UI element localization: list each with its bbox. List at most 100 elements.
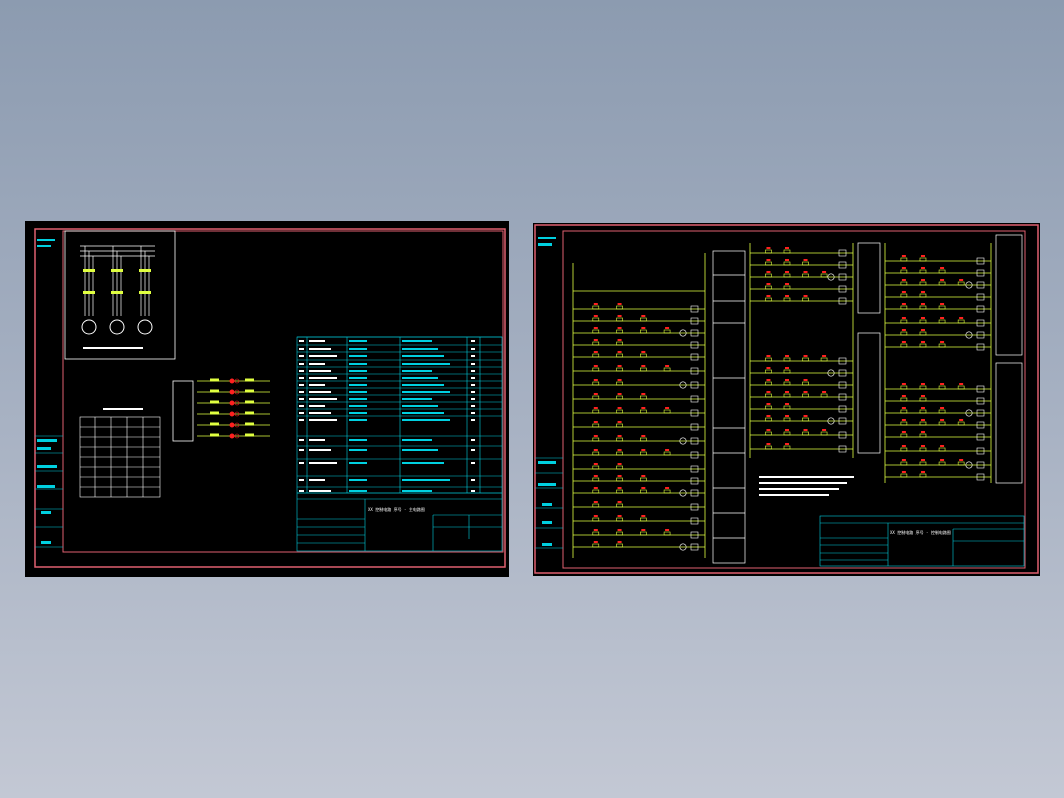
contact-label [940,267,945,269]
switch-row [197,389,270,395]
contact-icon [765,431,772,436]
table-cell [402,462,444,464]
table-cell [309,384,325,386]
contact-icon [820,393,828,398]
table-cell [471,398,475,400]
ladder-rung [885,303,991,313]
contact-icon [616,409,623,414]
table-cell [309,340,325,342]
contact-icon [210,400,219,404]
contact-label [641,449,646,451]
switch-rows [197,378,270,439]
ladder-rung [573,475,705,485]
contact-label [940,459,945,461]
table-cell [309,348,331,350]
contact-icon [640,517,647,522]
table-cell [349,412,367,414]
contact-icon [592,503,600,508]
contact-icon [900,343,908,348]
contact-label [940,419,945,421]
contact-icon [592,329,600,334]
contact-icon [663,451,671,456]
ladder-rung [750,415,853,425]
contact-label [593,435,598,437]
contact-label [920,317,925,319]
ladder-rung [573,315,705,325]
contact-icon [919,305,927,310]
contact-icon [616,329,623,334]
contact-label [920,341,925,343]
contact-label [784,295,789,297]
contact-icon [938,281,946,286]
contact-label [803,415,808,417]
contact-icon [616,367,623,372]
contact-icon [938,385,946,390]
contact-label [766,429,771,431]
contact-label [766,283,771,285]
contact-label [901,303,906,305]
contact-label [766,295,771,297]
contact-label [784,283,789,285]
contact-icon [210,433,219,437]
contact-icon [765,405,772,410]
contact-label [803,379,808,381]
contact-icon [900,281,908,286]
contact-icon [765,285,772,290]
control-rungs-right [885,255,991,481]
contact-label [617,475,622,477]
contact-icon [229,400,235,406]
contact-label [593,515,598,517]
contact-icon [900,397,908,402]
table-cell [402,479,450,481]
ladder-rung [885,407,991,417]
contact-label [617,379,622,381]
contact-icon [802,273,809,278]
contact-label [617,449,622,451]
contact-icon [783,249,791,254]
contact-icon [592,451,600,456]
contact-label [901,419,906,421]
table-cell [471,449,475,451]
ladder-rung [885,317,991,327]
contact-label [901,255,906,257]
contact-icon [919,461,927,466]
contact-icon [640,437,647,442]
contact-icon [938,319,946,324]
table-cell [349,405,367,407]
main-circuit-caption [83,347,143,349]
contact-icon [900,293,908,298]
contact-icon [938,421,946,426]
contact-label [784,443,789,445]
table-cell [349,355,367,357]
contact-icon [900,409,908,414]
table-cell [402,340,432,342]
motor-branches [84,246,150,316]
ladder-rung [750,367,853,377]
ladder-rung [750,271,853,281]
contact-label [940,341,945,343]
contact-icon [640,477,647,482]
contact-label [901,407,906,409]
contact-label [593,407,598,409]
contact-icon [616,353,623,358]
left-title-strip [35,435,63,548]
ladder-rung [885,255,991,265]
contact-label [901,291,906,293]
table-cell [299,490,304,492]
contact-icon [616,531,623,536]
contact-icon [592,305,600,310]
ladder-rung [573,365,705,375]
ladder-rung [573,421,705,431]
contact-icon [210,389,219,393]
parts-list-rows [297,336,502,494]
contact-label [920,445,925,447]
contact-icon [900,257,908,262]
contact-label [617,327,622,329]
contact-label [959,279,964,281]
table-cell [402,384,444,386]
contact-label [665,407,670,409]
contact-icon [592,517,600,522]
table-cell [309,370,331,372]
table-cell [471,370,475,372]
table-cell [402,449,438,451]
